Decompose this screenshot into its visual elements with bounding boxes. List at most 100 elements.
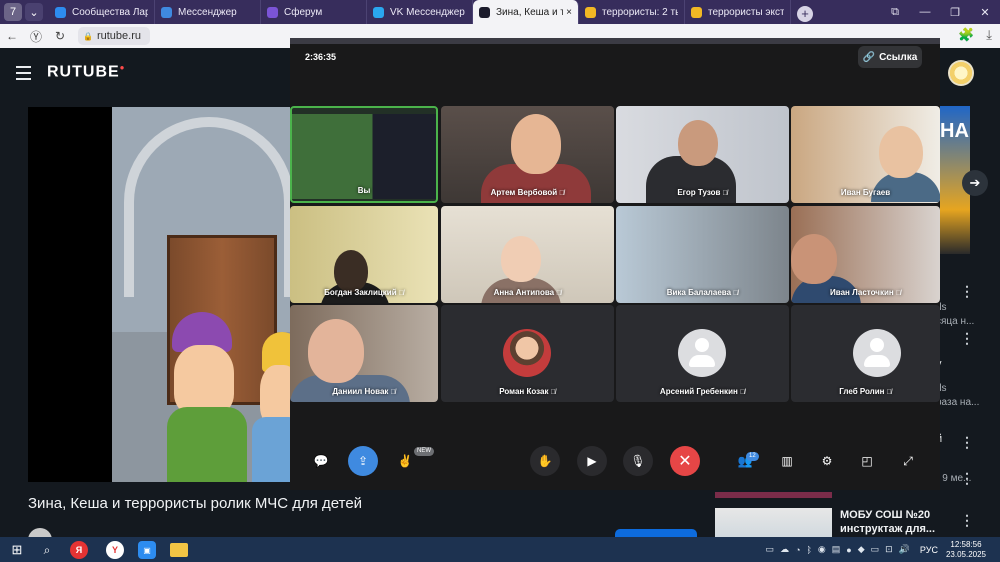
volume-icon[interactable]: 🔊 xyxy=(899,544,910,555)
screen: 7 ⌄ Сообщества Ларис Мессенджер Сферум VK М… xyxy=(0,0,1000,562)
browser-tab[interactable]: террористы экстре xyxy=(685,0,791,24)
more-options-icon[interactable]: ⋮ xyxy=(960,470,974,487)
carousel-next-icon[interactable]: ➔ xyxy=(962,170,988,196)
video-player[interactable] xyxy=(28,107,290,482)
antivirus-icon[interactable]: ◉ xyxy=(818,544,826,555)
mic-muted-icon: 🎙̸ xyxy=(390,389,396,396)
cloud-icon[interactable]: ☁ xyxy=(780,544,789,555)
raise-hand-button[interactable]: ✋ xyxy=(530,446,560,476)
file-explorer-icon[interactable] xyxy=(170,543,188,557)
participant-tile[interactable]: Егор Тузов 🎙̸ xyxy=(616,106,789,203)
clock[interactable]: 12:58:56 23.05.2025 xyxy=(946,540,986,560)
browser-tab[interactable]: Сообщества Ларис xyxy=(49,0,155,24)
participant-tile[interactable]: Артем Вербовой 🎙̸ xyxy=(441,106,614,203)
chat-icon[interactable]: 💬 xyxy=(306,446,336,476)
tab-label: Зина, Кеша и тер xyxy=(496,6,563,18)
system-tray: ▭ ☁ ◔ ᛒ ◉ ▤ ● ◆ ▭ ⊡ 🔊 РУС 12:58:56 23.05… xyxy=(766,537,1000,562)
browser-tab[interactable]: Сферум xyxy=(261,0,367,24)
yandex-protect-icon[interactable]: Ⓨ xyxy=(24,28,48,45)
mic-muted-icon: 🎙̸ xyxy=(886,389,892,396)
user-placeholder-icon xyxy=(678,329,726,377)
more-options-icon[interactable]: ⋮ xyxy=(960,330,974,347)
minimize-call-icon[interactable]: ◰ xyxy=(852,446,882,476)
browser-tab[interactable]: террористы: 2 тыс xyxy=(579,0,685,24)
bluetooth-icon[interactable]: ᛒ xyxy=(807,545,812,555)
reload-icon[interactable]: ↻ xyxy=(48,29,72,43)
tab-list-chevron-icon[interactable]: ⌄ xyxy=(25,3,43,21)
participant-name-text: Иван Ласточкин xyxy=(830,288,894,297)
participant-name: Иван Ласточкин 🎙̸ xyxy=(791,288,940,297)
participant-tile[interactable]: Анна Антипова 🎙̸ xyxy=(441,206,614,303)
participant-tile[interactable]: Даниил Новак 🎙̸ xyxy=(290,305,438,402)
fullscreen-icon[interactable]: ⤢ xyxy=(893,446,923,476)
battery-icon[interactable]: ▭ xyxy=(766,544,775,555)
app-tray-icon[interactable]: ▤ xyxy=(832,544,841,555)
participant-tile[interactable]: Роман Козак 🎙̸ xyxy=(441,305,614,402)
url-field[interactable]: 🔒 rutube.ru xyxy=(78,27,150,45)
participant-tile[interactable]: Глеб Ролин 🎙̸ xyxy=(791,305,940,402)
recommendation-thumbnail[interactable] xyxy=(715,492,832,498)
search-icon[interactable]: ⌕ xyxy=(38,541,56,559)
back-arrow-icon[interactable]: ← xyxy=(0,29,24,43)
camera-button[interactable]: ▶ xyxy=(577,446,607,476)
participant-name: Даниил Новак 🎙̸ xyxy=(290,387,438,396)
browser-tab[interactable]: Зина, Кеша и тер× xyxy=(473,0,579,24)
close-tab-icon[interactable]: × xyxy=(566,7,572,18)
windows-start-icon[interactable]: ⊞ xyxy=(8,541,26,559)
clock-time: 12:58:56 xyxy=(950,539,982,549)
lock-icon: 🔒 xyxy=(83,31,93,41)
yandex-browser-icon[interactable]: Y xyxy=(106,541,124,559)
logo-text: RUTUBE xyxy=(47,63,120,81)
user-avatar[interactable] xyxy=(948,60,974,86)
yandex-icon[interactable]: Я xyxy=(70,541,88,559)
maximize-icon[interactable]: ❐ xyxy=(940,6,970,19)
participant-tile[interactable]: Богдан Заклицкий 🎙̸ xyxy=(290,206,438,303)
rutube-logo[interactable]: RUTUBE● xyxy=(47,63,126,81)
participant-video xyxy=(511,114,561,174)
app-tray-icon[interactable]: ◆ xyxy=(858,544,865,555)
wifi-icon[interactable]: ◔ xyxy=(795,545,800,555)
video-frame xyxy=(112,107,290,482)
close-window-icon[interactable]: ✕ xyxy=(970,6,1000,19)
end-call-button[interactable]: ✕ xyxy=(670,446,700,476)
mic-muted-icon: 🎙̸ xyxy=(722,190,728,197)
more-options-icon[interactable]: ⋮ xyxy=(960,434,974,451)
microphone-button[interactable]: 🎙 xyxy=(623,446,653,476)
participant-name-text: Глеб Ролин xyxy=(839,387,885,396)
more-options-icon[interactable]: ⋮ xyxy=(960,512,974,529)
more-options-icon[interactable]: ⋮ xyxy=(960,283,974,300)
new-tab-button[interactable]: + xyxy=(797,6,813,22)
recommendation-thumbnail[interactable] xyxy=(715,508,832,540)
language-indicator[interactable]: РУС xyxy=(920,545,938,555)
network-icon[interactable]: ⊡ xyxy=(885,544,893,555)
copy-link-button[interactable]: 🔗 Ссылка xyxy=(858,46,922,68)
screen-share-button[interactable]: ⇪ xyxy=(348,446,378,476)
participant-name-text: Вы xyxy=(357,186,371,195)
participant-tile[interactable]: Вы xyxy=(290,106,438,203)
participant-tile[interactable]: Вика Балалаева 🎙̸ xyxy=(616,206,789,303)
tab-label: VK Мессенджер xyxy=(390,6,465,18)
participant-name: Егор Тузов 🎙̸ xyxy=(616,188,789,197)
vk-messenger-icon[interactable]: ▣ xyxy=(138,541,156,559)
settings-gear-icon[interactable]: ⚙ xyxy=(812,446,842,476)
participant-tile[interactable]: Иван Ласточкин 🎙̸ xyxy=(791,206,940,303)
minimize-icon[interactable]: — xyxy=(910,6,940,18)
participant-tile[interactable]: Арсений Гребенкин 🎙̸ xyxy=(616,305,789,402)
recommendation-text[interactable]: раза на... xyxy=(936,397,979,408)
participants-icon[interactable]: 👥 xyxy=(730,446,760,476)
layout-icon[interactable]: ▥ xyxy=(772,446,802,476)
recommendation-title[interactable]: МОБУ СОШ №20 инструктаж для... xyxy=(840,508,935,536)
browser-tab[interactable]: Мессенджер xyxy=(155,0,261,24)
extension-icon[interactable]: 🧩 xyxy=(958,27,974,43)
participant-tile[interactable]: Иван Бугаев xyxy=(791,106,940,203)
menu-icon[interactable] xyxy=(16,66,31,84)
display-icon[interactable]: ▭ xyxy=(871,544,880,555)
collections-icon[interactable]: ⧉ xyxy=(880,6,910,19)
yandex-tray-icon[interactable]: ● xyxy=(846,545,851,555)
browser-tab[interactable]: VK Мессенджер xyxy=(367,0,473,24)
participant-name: Артем Вербовой 🎙̸ xyxy=(441,188,614,197)
download-icon[interactable]: ⤓ xyxy=(986,27,992,43)
tab-counter[interactable]: 7 xyxy=(4,3,22,21)
call-top-strip xyxy=(290,38,940,44)
recommendation-text[interactable]: сяца н... xyxy=(936,316,974,327)
